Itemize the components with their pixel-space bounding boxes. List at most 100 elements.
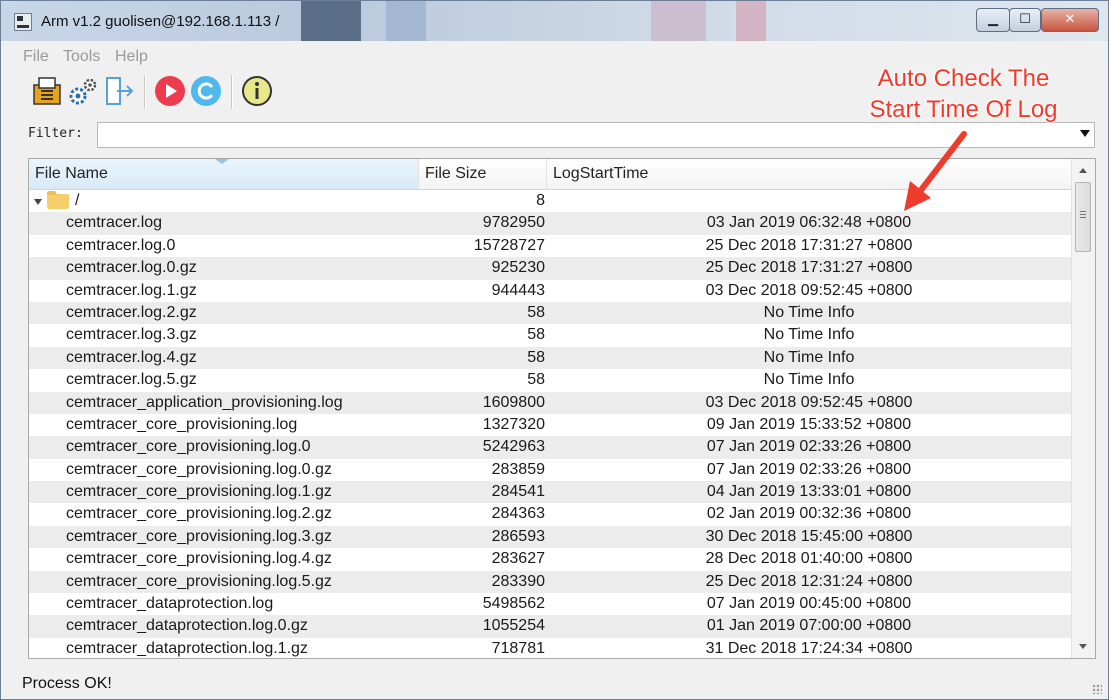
file-table: File Name File Size LogStartTime / 8 cem… xyxy=(28,158,1096,659)
callout-line-1: Auto Check The xyxy=(877,65,1050,92)
file-name-cell: cemtracer_core_provisioning.log.0.gz xyxy=(66,460,332,478)
log-start-time-cell: 09 Jan 2019 15:33:52 +0800 xyxy=(706,415,912,433)
file-size-cell: 5498562 xyxy=(482,595,545,613)
log-start-time-cell: No Time Info xyxy=(763,371,855,389)
log-start-time-cell: 25 Dec 2018 17:31:27 +0800 xyxy=(705,236,913,254)
status-bar: Process OK! xyxy=(1,669,1108,699)
column-header-file-size[interactable]: File Size xyxy=(419,159,547,189)
filter-label: Filter: xyxy=(28,126,83,141)
folder-icon xyxy=(47,191,69,209)
menu-help[interactable]: Help xyxy=(115,48,148,66)
window-title: Arm v1.2 guolisen@192.168.1.113 / xyxy=(41,13,280,30)
toolbar-separator xyxy=(231,75,233,109)
file-size-cell: 286593 xyxy=(491,527,545,545)
log-start-time-cell: 07 Jan 2019 02:33:26 +0800 xyxy=(706,438,912,456)
log-start-time-cell: 04 Jan 2019 13:33:01 +0800 xyxy=(706,483,912,501)
table-row[interactable]: cemtracer_core_provisioning.log 1327320 09… xyxy=(29,414,1072,436)
log-start-time-cell: 01 Jan 2019 07:00:00 +0800 xyxy=(706,617,912,635)
table-row[interactable]: cemtracer.log.0 15728727 25 Dec 2018 17:31… xyxy=(29,235,1072,257)
file-size-cell: 58 xyxy=(527,371,545,389)
table-row[interactable]: cemtracer_core_provisioning.log.2.gz 2843… xyxy=(29,503,1072,525)
file-size-cell: 15728727 xyxy=(473,236,545,254)
file-size-cell: 283859 xyxy=(491,460,545,478)
table-row[interactable]: cemtracer.log.3.gz 58 No Time Info xyxy=(29,324,1072,346)
title-bar[interactable]: Arm v1.2 guolisen@192.168.1.113 / ▁ ☐ ✕ xyxy=(1,1,1108,41)
menu-tools[interactable]: Tools xyxy=(63,48,100,66)
table-row[interactable]: cemtracer_core_provisioning.log.0.gz 2838… xyxy=(29,459,1072,481)
table-row[interactable]: cemtracer.log.0.gz 925230 25 Dec 2018 17:3… xyxy=(29,257,1072,280)
table-row[interactable]: cemtracer_core_provisioning.log.3.gz 2865… xyxy=(29,525,1072,549)
refresh-icon[interactable] xyxy=(190,75,222,107)
file-name-cell: cemtracer.log xyxy=(66,214,163,232)
file-name-cell: cemtracer_core_provisioning.log.2.gz xyxy=(66,505,332,523)
log-start-time-cell: No Time Info xyxy=(763,348,855,366)
table-row[interactable]: cemtracer_application_provisioning.log 16… xyxy=(29,391,1072,414)
app-icon xyxy=(14,13,32,31)
file-size-cell: 284541 xyxy=(491,483,545,501)
file-size-cell: 9782950 xyxy=(482,214,545,232)
file-name-cell: cemtracer_dataprotection.log xyxy=(66,595,274,613)
background-decoration xyxy=(651,1,706,41)
scroll-up-arrow-icon[interactable] xyxy=(1079,168,1087,173)
dropdown-arrow-icon[interactable] xyxy=(1080,130,1090,137)
toolbar-separator xyxy=(144,75,146,109)
scrollbar-thumb[interactable] xyxy=(1075,182,1091,252)
log-start-time-cell: 28 Dec 2018 01:40:00 +0800 xyxy=(705,550,913,568)
maximize-button[interactable]: ☐ xyxy=(1009,8,1041,32)
file-name-cell: cemtracer_dataprotection.log.0.gz xyxy=(66,617,308,635)
log-start-time-cell: 25 Dec 2018 12:31:24 +0800 xyxy=(705,572,913,590)
table-row[interactable]: cemtracer_core_provisioning.log.0 5242963… xyxy=(29,436,1072,459)
file-size-cell: 5242963 xyxy=(482,438,545,456)
grip-line xyxy=(1080,211,1086,212)
table-row[interactable]: cemtracer_core_provisioning.log.4.gz 2836… xyxy=(29,548,1072,570)
file-size-cell: 1327320 xyxy=(482,415,545,433)
log-start-time-cell: 07 Jan 2019 00:45:00 +0800 xyxy=(706,595,912,613)
vertical-scrollbar[interactable] xyxy=(1071,159,1095,658)
column-header-file-name[interactable]: File Name xyxy=(29,159,419,189)
database-export-icon[interactable] xyxy=(31,75,63,107)
file-size-cell: 8 xyxy=(536,192,545,209)
sort-indicator-icon xyxy=(215,159,229,164)
info-icon[interactable] xyxy=(241,75,273,107)
menu-file[interactable]: File xyxy=(23,48,49,66)
file-size-cell: 718781 xyxy=(491,639,545,657)
log-start-time-cell: 30 Dec 2018 15:45:00 +0800 xyxy=(705,527,913,545)
file-name-cell: cemtracer.log.5.gz xyxy=(66,371,197,389)
table-row[interactable]: cemtracer_core_provisioning.log.1.gz 2845… xyxy=(29,481,1072,504)
table-row[interactable]: cemtracer.log.5.gz 58 No Time Info xyxy=(29,369,1072,391)
logout-icon[interactable] xyxy=(103,75,135,107)
file-size-cell: 58 xyxy=(527,326,545,344)
callout-annotation: Auto Check The Start Time Of Log xyxy=(846,63,1081,125)
file-name-cell: cemtracer.log.4.gz xyxy=(66,348,197,366)
callout-arrow-icon xyxy=(904,131,967,211)
play-icon[interactable] xyxy=(154,75,186,107)
resize-grip-icon[interactable] xyxy=(1092,684,1102,694)
table-row[interactable]: cemtracer.log.4.gz 58 No Time Info xyxy=(29,346,1072,370)
log-start-time-cell: 03 Dec 2018 09:52:45 +0800 xyxy=(705,281,913,299)
file-name-cell: cemtracer_core_provisioning.log.5.gz xyxy=(66,572,332,590)
log-start-time-cell: 03 Jan 2019 06:32:48 +0800 xyxy=(706,214,912,232)
table-row[interactable]: cemtracer_dataprotection.log.0.gz 1055254… xyxy=(29,615,1072,638)
minimize-button[interactable]: ▁ xyxy=(976,8,1010,32)
file-size-cell: 283390 xyxy=(491,572,545,590)
column-header-log-start-time[interactable]: LogStartTime xyxy=(547,159,1072,189)
log-start-time-cell: 03 Dec 2018 09:52:45 +0800 xyxy=(705,393,913,411)
table-row[interactable]: cemtracer_dataprotection.log.1.gz 718781 3… xyxy=(29,638,1072,658)
file-size-cell: 1609800 xyxy=(482,393,545,411)
table-body: / 8 cemtracer.log 9782950 03 Jan 2019 06:3… xyxy=(29,190,1072,658)
expand-triangle-icon[interactable] xyxy=(34,199,42,205)
file-name-cell: cemtracer.log.1.gz xyxy=(66,281,197,299)
file-name-cell: cemtracer.log.2.gz xyxy=(66,303,197,321)
settings-gears-icon[interactable] xyxy=(67,75,99,107)
close-button[interactable]: ✕ xyxy=(1041,8,1099,32)
table-row[interactable]: cemtracer_dataprotection.log 5498562 07 Ja… xyxy=(29,593,1072,615)
grip-line xyxy=(1080,214,1086,215)
table-row[interactable]: cemtracer.log.2.gz 58 No Time Info xyxy=(29,301,1072,325)
scroll-down-arrow-icon[interactable] xyxy=(1079,644,1087,649)
table-row[interactable]: cemtracer.log.1.gz 944443 03 Dec 2018 09:5… xyxy=(29,280,1072,302)
table-row[interactable]: cemtracer_core_provisioning.log.5.gz 2833… xyxy=(29,570,1072,594)
file-size-cell: 1055254 xyxy=(482,617,545,635)
file-name-cell: cemtracer.log.0 xyxy=(66,236,176,254)
log-start-time-cell: No Time Info xyxy=(763,326,855,344)
file-size-cell: 58 xyxy=(527,348,545,366)
